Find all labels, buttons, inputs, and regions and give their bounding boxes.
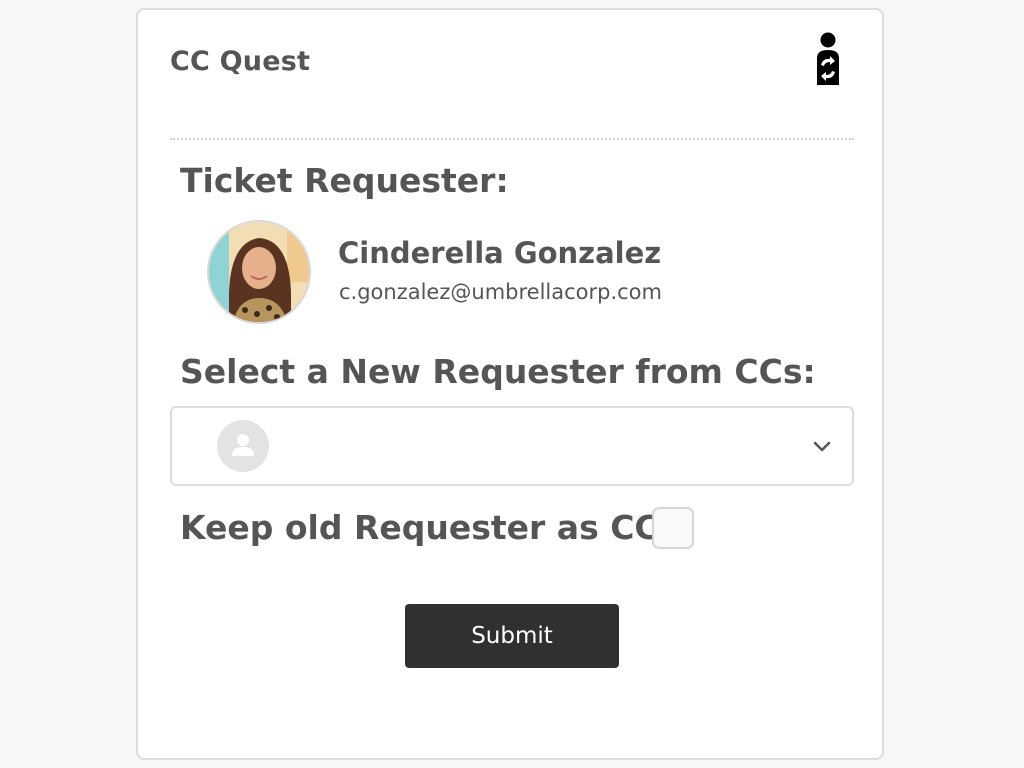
person-swap-icon xyxy=(811,32,845,88)
requester-email: c.gonzalez@umbrellacorp.com xyxy=(339,280,662,304)
new-requester-select[interactable] xyxy=(170,406,854,486)
keep-old-requester-label: Keep old Requester as CC: xyxy=(180,508,672,547)
requester-avatar xyxy=(207,220,311,324)
ticket-requester-heading: Ticket Requester: xyxy=(180,161,509,200)
chevron-down-icon[interactable] xyxy=(812,439,832,453)
select-new-requester-heading: Select a New Requester from CCs: xyxy=(180,352,816,391)
app-panel: CC Quest Ticket Requester: Cinderella Go… xyxy=(136,8,884,760)
keep-old-requester-checkbox[interactable] xyxy=(652,507,694,549)
requester-name: Cinderella Gonzalez xyxy=(338,236,662,270)
submit-button[interactable]: Submit xyxy=(405,604,619,668)
user-placeholder-icon xyxy=(217,420,269,472)
header-divider xyxy=(170,138,854,140)
app-title: CC Quest xyxy=(170,46,311,77)
